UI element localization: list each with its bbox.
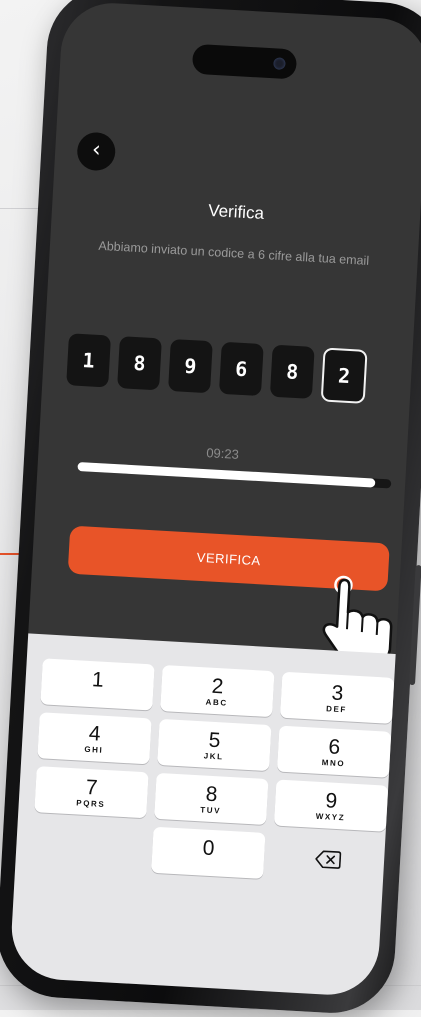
back-button[interactable]: ‹ — [76, 131, 117, 172]
otp-digit-5[interactable]: 8 — [269, 344, 315, 399]
phone-screen: ‹ Verifica Abbiamo inviato un codice a 6… — [9, 0, 421, 998]
keypad-key-0[interactable]: 0 — [151, 826, 266, 879]
keypad-key-9[interactable]: 9 WXYZ — [273, 779, 389, 832]
phone-mockup: ‹ Verifica Abbiamo inviato un codice a 6… — [0, 0, 421, 1017]
otp-digit-6[interactable]: 2 — [320, 347, 368, 404]
otp-digit-4[interactable]: 6 — [218, 341, 264, 397]
dynamic-island — [191, 43, 298, 80]
keypad-empty-slot — [31, 820, 145, 872]
otp-digit-1[interactable]: 1 — [66, 333, 112, 388]
keypad-key-6[interactable]: 6 MNO — [276, 725, 392, 778]
numeric-keypad: 1 2 ABC 3 DEF 4 GHI 5 JKL 6 MNO 7 PQRS 8… — [9, 632, 406, 998]
keypad-key-2[interactable]: 2 ABC — [160, 665, 275, 718]
keypad-key-7[interactable]: 7 PQRS — [34, 766, 149, 819]
keypad-key-8[interactable]: 8 TUV — [154, 772, 269, 826]
camera-icon — [273, 57, 286, 70]
backspace-icon — [315, 850, 342, 869]
otp-input-row: 1 8 9 6 8 2 — [66, 333, 368, 404]
page-title: Verifica — [207, 200, 265, 223]
otp-digit-2[interactable]: 8 — [117, 336, 162, 391]
otp-digit-3[interactable]: 9 — [168, 338, 213, 394]
keypad-key-4[interactable]: 4 GHI — [37, 712, 152, 765]
keypad-key-5[interactable]: 5 JKL — [157, 718, 272, 772]
page-subtitle: Abbiamo inviato un codice a 6 cifre alla… — [98, 238, 370, 268]
keypad-key-3[interactable]: 3 DEF — [279, 671, 395, 724]
chevron-left-icon: ‹ — [91, 137, 102, 163]
keypad-delete-button[interactable] — [271, 833, 385, 885]
keypad-key-1[interactable]: 1 — [40, 658, 155, 711]
